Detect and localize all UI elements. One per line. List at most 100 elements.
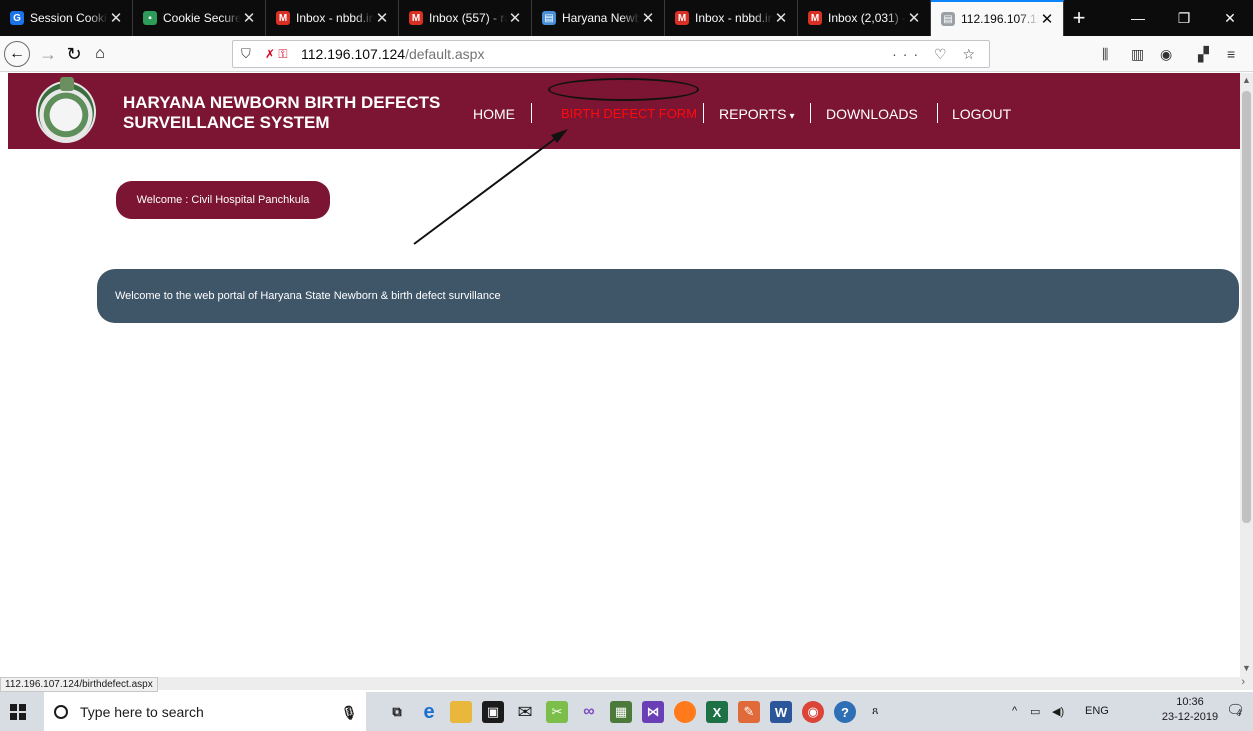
annotation-ellipse	[548, 78, 699, 101]
page-actions-icon[interactable]: ··· ♡ ☆	[892, 46, 981, 63]
windows-start-icon[interactable]	[10, 704, 26, 720]
url-path: /default.aspx	[405, 46, 485, 62]
page-icon: ▤	[941, 12, 955, 26]
horizontal-scrollbar[interactable]: ›	[0, 676, 1253, 690]
menu-divider	[531, 103, 532, 123]
word-icon[interactable]: W	[770, 701, 792, 723]
help-icon[interactable]: ?	[834, 701, 856, 723]
excel-icon[interactable]: X	[706, 701, 728, 723]
site-title-line2: SURVEILLANCE SYSTEM	[123, 113, 330, 132]
system-clock[interactable]: 10:36 23-12-2019	[1160, 695, 1220, 725]
browser-tab[interactable]: M Inbox - nbbd.in ✕	[665, 0, 798, 36]
close-icon[interactable]: ✕	[374, 9, 390, 27]
app-icon[interactable]: ▦	[610, 701, 632, 723]
browser-tab[interactable]: M Inbox - nbbd.in ✕	[266, 0, 399, 36]
browser-tab[interactable]: G Session Cookie ✕	[0, 0, 133, 36]
welcome-banner: Welcome to the web portal of Haryana Sta…	[97, 269, 1239, 323]
menu-home[interactable]: HOME	[473, 106, 515, 122]
scroll-up-icon[interactable]: ▲	[1240, 75, 1253, 85]
vertical-scrollbar[interactable]: ▲ ▼	[1240, 73, 1253, 677]
firefox-icon[interactable]	[674, 701, 696, 723]
network-icon[interactable]: ▭	[1030, 705, 1040, 718]
microphone-icon[interactable]: 🎙	[338, 702, 360, 724]
notification-icon[interactable]: 🗨4	[1226, 701, 1245, 719]
site-title: HARYANA NEWBORN BIRTH DEFECTS SURVEILLAN…	[123, 93, 440, 133]
menu-reports-label: REPORTS	[719, 106, 787, 122]
menu-icon[interactable]: ≡	[1227, 46, 1235, 62]
taskbar-search-box[interactable]: Type here to search	[44, 692, 366, 731]
close-icon[interactable]: ✕	[906, 9, 922, 27]
tab-title: Session Cookie	[30, 11, 108, 25]
insecure-lock-icon[interactable]: ✗ ⚿	[265, 47, 301, 62]
edge-icon[interactable]: e	[418, 701, 440, 723]
menu-birth-defect-form[interactable]: BIRTH DEFECT FORM	[561, 106, 697, 121]
scrollbar-thumb[interactable]	[1242, 91, 1251, 523]
close-window-button[interactable]: ✕	[1207, 0, 1253, 36]
mail-icon[interactable]: ✉	[514, 701, 536, 723]
menu-divider	[937, 103, 938, 123]
home-button[interactable]: ⌂	[88, 42, 112, 66]
navigation-toolbar: ← → ↻ ⌂ ⛉ ✗ ⚿ 112.196.107.124/default.as…	[0, 36, 1253, 72]
file-explorer-icon[interactable]	[450, 701, 472, 723]
windows-taskbar: Type here to search 🎙 ⧉ e ▣ ✉ ✂ ∞ ▦ ⋈ X …	[0, 692, 1253, 731]
chrome-icon[interactable]: ◉	[802, 701, 824, 723]
volume-icon[interactable]: ◀)	[1052, 705, 1064, 718]
shield-icon[interactable]: ⛉	[241, 46, 259, 62]
close-icon[interactable]: ✕	[773, 9, 789, 27]
tab-title: Inbox (557) - ra	[429, 11, 507, 25]
store-icon[interactable]: ▣	[482, 701, 504, 723]
infinity-icon[interactable]: ∞	[578, 701, 600, 723]
menu-reports[interactable]: REPORTS ▾	[719, 106, 794, 122]
browser-tab[interactable]: ▤ Haryana Newbo ✕	[532, 0, 665, 36]
menu-divider	[810, 103, 811, 123]
browser-tab[interactable]: ▪ Cookie Secure F✕	[133, 0, 266, 36]
forward-button[interactable]: →	[36, 42, 60, 66]
new-tab-button[interactable]: +	[1064, 0, 1094, 36]
library-icon[interactable]: ⫼	[1102, 46, 1108, 63]
gmail-icon: M	[808, 11, 822, 25]
clock-time: 10:36	[1176, 696, 1204, 708]
paint-icon[interactable]: ✎	[738, 701, 760, 723]
snipping-icon[interactable]: ✂	[546, 701, 568, 723]
scroll-right-icon[interactable]: ›	[1241, 676, 1245, 688]
close-icon[interactable]: ✕	[640, 9, 656, 27]
sidebar-icon[interactable]: ▥	[1131, 46, 1144, 63]
browser-tab[interactable]: M Inbox (557) - ra ✕	[399, 0, 532, 36]
people-icon[interactable]: ጸ	[872, 705, 878, 718]
cortana-icon	[54, 704, 68, 719]
browser-tab[interactable]: M Inbox (2,031) - r ✕	[798, 0, 931, 36]
browser-tab-active[interactable]: ▤ 112.196.107.124✕	[931, 0, 1064, 36]
minimize-button[interactable]: —	[1115, 0, 1161, 36]
arrow-line	[413, 134, 561, 245]
visual-studio-icon[interactable]: ⋈	[642, 701, 664, 723]
task-view-icon[interactable]: ⧉	[386, 701, 408, 723]
menu-downloads[interactable]: DOWNLOADS	[826, 106, 918, 122]
welcome-user-badge: Welcome : Civil Hospital Panchkula	[116, 181, 330, 219]
tab-title: Inbox - nbbd.in	[695, 11, 773, 25]
tab-title: Inbox (2,031) - r	[828, 11, 906, 25]
close-icon[interactable]: ✕	[108, 9, 124, 27]
extensions-icon[interactable]: ▞	[1198, 46, 1209, 63]
reload-button[interactable]: ↻	[62, 42, 86, 66]
menu-divider	[703, 103, 704, 123]
menu-logout[interactable]: LOGOUT	[952, 106, 1011, 122]
annotation-arrow	[413, 129, 568, 245]
language-indicator[interactable]: ENG	[1085, 705, 1109, 717]
page-icon: ▤	[542, 11, 556, 25]
tab-title: 112.196.107.124	[961, 12, 1039, 26]
tab-title: Inbox - nbbd.in	[296, 11, 374, 25]
close-icon[interactable]: ✕	[241, 9, 257, 27]
account-icon[interactable]: ◉	[1160, 46, 1172, 63]
close-icon[interactable]: ✕	[1039, 10, 1055, 28]
back-button[interactable]: ←	[4, 41, 30, 67]
close-icon[interactable]: ✕	[507, 9, 523, 27]
haryana-emblem-logo	[36, 77, 96, 143]
site-icon: ▪	[143, 11, 157, 25]
tray-expand-icon[interactable]: ^	[1012, 705, 1017, 717]
maximize-button[interactable]: ❐	[1161, 0, 1207, 36]
status-bar-link: 112.196.107.124/birthdefect.aspx	[0, 677, 158, 692]
gmail-icon: M	[276, 11, 290, 25]
site-header: HARYANA NEWBORN BIRTH DEFECTS SURVEILLAN…	[8, 73, 1240, 149]
scroll-down-icon[interactable]: ▼	[1240, 663, 1253, 673]
address-bar[interactable]: ⛉ ✗ ⚿ 112.196.107.124/default.aspx ··· ♡…	[232, 40, 990, 68]
